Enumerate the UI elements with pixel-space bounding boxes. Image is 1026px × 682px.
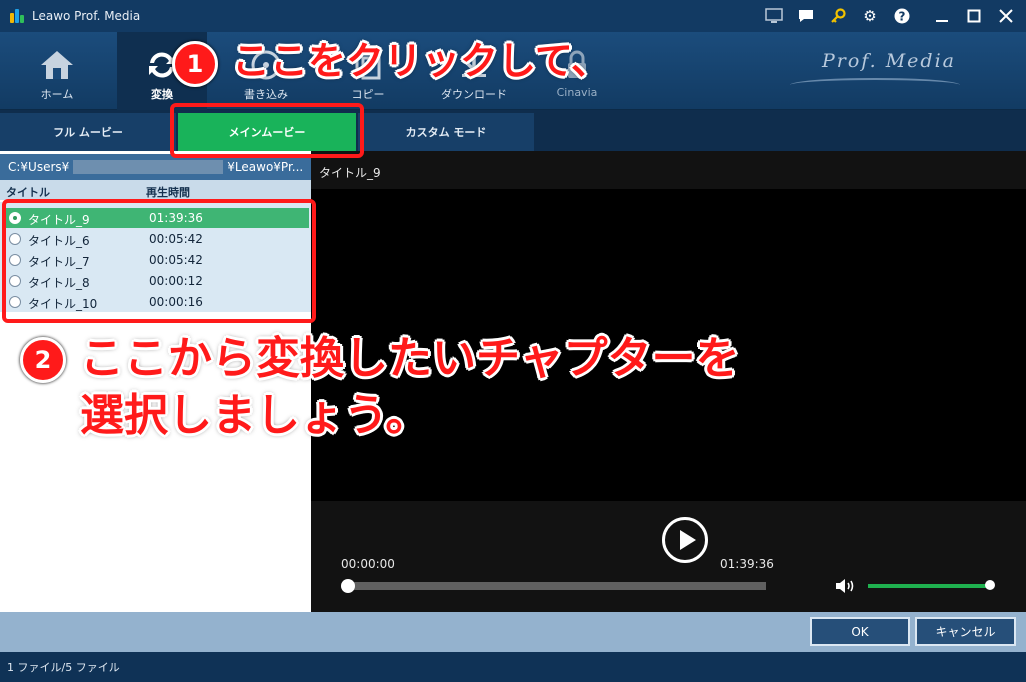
highlight-main-movie-tab xyxy=(170,103,364,158)
seek-handle[interactable] xyxy=(341,579,355,593)
minimize-icon[interactable] xyxy=(928,5,956,27)
chat-icon[interactable] xyxy=(792,5,820,27)
toolbar-burn-label: 書き込み xyxy=(244,88,288,101)
monitor-icon[interactable] xyxy=(760,5,788,27)
column-title[interactable]: タイトル xyxy=(6,184,50,200)
toolbar-copy-label: コピー xyxy=(351,88,385,101)
dialog-buttons: OK キャンセル xyxy=(0,612,1026,652)
step-1-note: ここをクリックして、 xyxy=(232,39,609,83)
preview-header: タイトル_9 xyxy=(311,151,1026,189)
toolbar-cinavia-label: Cinavia xyxy=(556,86,598,99)
cancel-button[interactable]: キャンセル xyxy=(915,617,1016,646)
title-bar: Leawo Prof. Media ⚙ ? xyxy=(0,0,1026,32)
brand-logo: Prof. Media xyxy=(821,50,956,72)
step-2-note-line2: 選択しましょう。 xyxy=(80,390,430,441)
app-title: Leawo Prof. Media xyxy=(32,9,141,23)
app-logo-icon xyxy=(10,9,24,23)
tab-custom-mode[interactable]: カスタム モード xyxy=(358,113,534,151)
file-count: 1 ファイル/5 ファイル xyxy=(7,661,120,674)
toolbar-download-label: ダウンロード xyxy=(441,88,507,101)
tab-full-movie[interactable]: フル ムービー xyxy=(0,113,176,151)
column-duration[interactable]: 再生時間 xyxy=(146,184,190,200)
toolbar-home[interactable]: ホーム xyxy=(12,32,102,110)
step-2-badge: 2 xyxy=(20,337,66,383)
source-path-prefix: C:¥Users¥ xyxy=(8,160,70,174)
home-icon xyxy=(37,48,77,82)
play-icon[interactable] xyxy=(662,517,708,563)
volume-handle[interactable] xyxy=(985,580,995,590)
volume-icon[interactable] xyxy=(834,576,858,596)
list-header: タイトル 再生時間 xyxy=(0,180,311,200)
help-icon[interactable]: ? xyxy=(888,5,916,27)
redacted-username xyxy=(73,160,224,174)
highlight-title-list xyxy=(2,199,316,323)
mode-tabs: フル ムービー メインムービー カスタム モード xyxy=(0,111,1026,151)
svg-text:?: ? xyxy=(899,10,906,24)
ok-button[interactable]: OK xyxy=(810,617,910,646)
step-1-badge: 1 xyxy=(172,41,218,87)
current-time: 00:00:00 xyxy=(341,557,395,571)
total-time: 01:39:36 xyxy=(720,557,774,571)
close-icon[interactable] xyxy=(992,5,1020,27)
seek-bar[interactable] xyxy=(347,582,766,590)
key-icon[interactable] xyxy=(824,5,852,27)
source-path-suffix: ¥Leawo¥Pr... xyxy=(227,160,304,174)
player-controls: 00:00:00 01:39:36 xyxy=(311,501,1026,612)
brand-swoosh xyxy=(790,78,960,92)
gear-icon[interactable]: ⚙ xyxy=(856,5,884,27)
preview-title: タイトル_9 xyxy=(319,166,381,180)
status-bar: 1 ファイル/5 ファイル xyxy=(0,652,1026,682)
maximize-icon[interactable] xyxy=(960,5,988,27)
step-2-note-line1: ここから変換したいチャプターを xyxy=(80,333,740,384)
toolbar-convert-label: 変換 xyxy=(151,88,173,101)
toolbar-home-label: ホーム xyxy=(40,88,74,101)
volume-slider[interactable] xyxy=(868,584,988,588)
